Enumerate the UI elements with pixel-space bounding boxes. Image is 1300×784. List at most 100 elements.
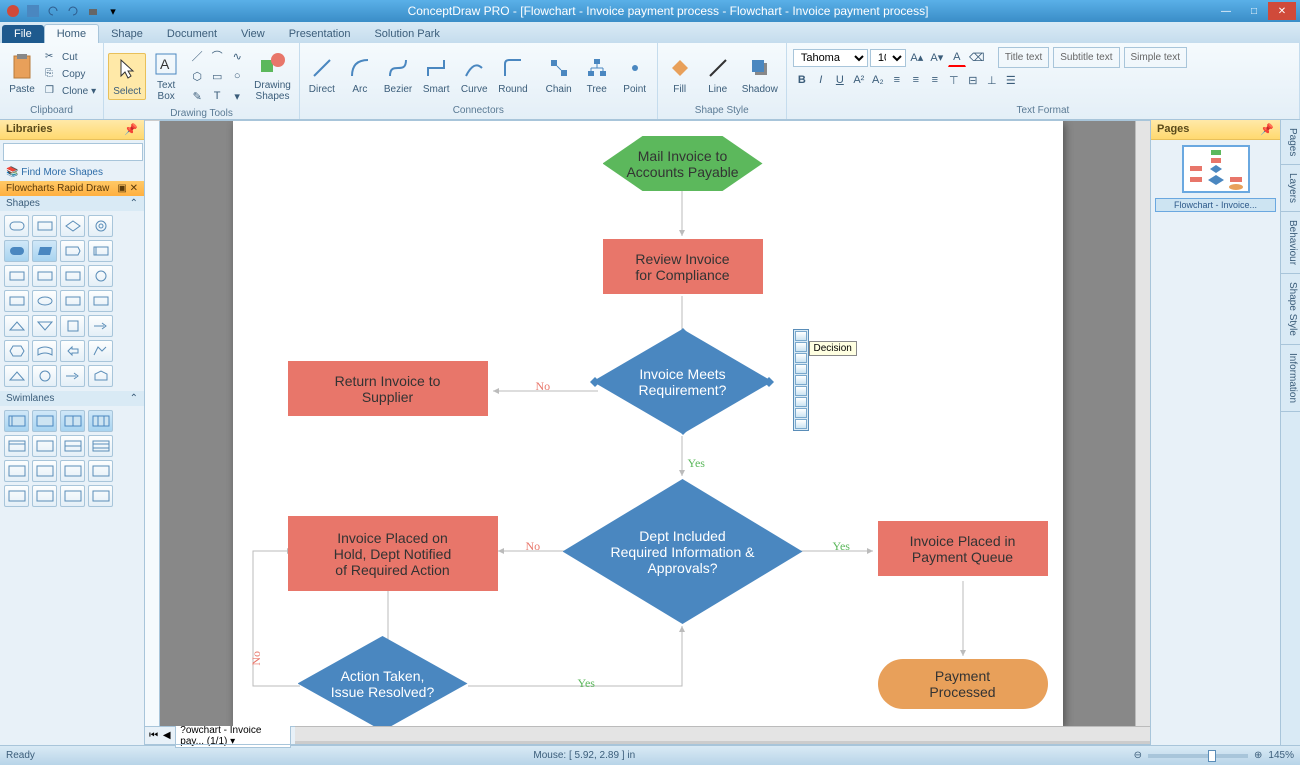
collapse-icon[interactable]: ⌃ <box>130 198 138 209</box>
draw-poly-icon[interactable]: ⬡ <box>188 67 206 85</box>
library-search-input[interactable] <box>3 143 143 161</box>
connector-smart[interactable]: Smart <box>418 52 454 97</box>
shape-item[interactable] <box>60 265 85 287</box>
draw-more-icon[interactable]: ▾ <box>228 87 246 105</box>
connector-bezier[interactable]: Bezier <box>380 52 416 97</box>
clear-format-icon[interactable]: ⌫ <box>968 49 986 67</box>
superscript-button[interactable]: A² <box>850 71 868 89</box>
swimlane-item[interactable] <box>4 460 29 482</box>
shape-item[interactable] <box>60 240 85 262</box>
paste-button[interactable]: Paste <box>4 52 40 97</box>
page-thumbnail[interactable] <box>1182 145 1250 193</box>
line-button[interactable]: Line <box>700 52 736 97</box>
tab-nav-first[interactable]: ⏮ <box>149 730 158 742</box>
tab-nav-prev[interactable]: ◀ <box>162 730 171 742</box>
find-more-shapes-link[interactable]: 📚 Find More Shapes <box>0 164 144 181</box>
tab-shape[interactable]: Shape <box>99 25 155 43</box>
shape-item[interactable] <box>32 215 57 237</box>
swimlane-item[interactable] <box>4 485 29 507</box>
minimize-button[interactable]: — <box>1212 2 1240 20</box>
mini-tool[interactable] <box>795 375 807 385</box>
align-bottom-button[interactable]: ⊥ <box>983 71 1001 89</box>
connector-arc[interactable]: Arc <box>342 52 378 97</box>
swimlane-item[interactable] <box>60 410 85 432</box>
shape-item[interactable] <box>32 265 57 287</box>
draw-line-icon[interactable]: ／ <box>188 47 206 65</box>
scrollbar-vertical[interactable] <box>1135 121 1150 726</box>
shape-item[interactable] <box>32 240 57 262</box>
grow-font-icon[interactable]: A▴ <box>908 49 926 67</box>
node-action[interactable]: Action Taken, Issue Resolved? <box>298 636 468 726</box>
style-simple[interactable]: Simple text <box>1124 47 1187 68</box>
qat-more-icon[interactable]: ▾ <box>104 2 122 20</box>
align-top-button[interactable]: ⊤ <box>945 71 963 89</box>
zoom-out-icon[interactable]: ⊖ <box>1134 750 1142 761</box>
mini-tool[interactable] <box>795 386 807 396</box>
swimlane-item[interactable] <box>88 485 113 507</box>
fill-button[interactable]: Fill <box>662 52 698 97</box>
underline-button[interactable]: U <box>831 71 849 89</box>
vtab-information[interactable]: Information <box>1281 345 1300 412</box>
select-button[interactable]: Select <box>108 53 146 100</box>
shape-item[interactable] <box>60 215 85 237</box>
shape-item[interactable] <box>4 365 29 387</box>
vtab-layers[interactable]: Layers <box>1281 165 1300 212</box>
vtab-shapestyle[interactable]: Shape Style <box>1281 274 1300 345</box>
connector-direct[interactable]: Direct <box>304 52 340 97</box>
collapse-icon[interactable]: ⌃ <box>130 393 138 404</box>
align-center-button[interactable]: ≡ <box>907 71 925 89</box>
mini-tool[interactable] <box>795 419 807 429</box>
draw-arc-icon[interactable]: ⌒ <box>208 47 226 65</box>
shape-item[interactable] <box>4 240 29 262</box>
shape-item[interactable] <box>60 290 85 312</box>
shape-item[interactable] <box>88 315 113 337</box>
shape-item[interactable] <box>4 315 29 337</box>
shape-item[interactable] <box>32 290 57 312</box>
node-review[interactable]: Review Invoice for Compliance <box>603 239 763 294</box>
list-button[interactable]: ☰ <box>1002 71 1020 89</box>
panel-pin-icon[interactable]: 📌 <box>124 123 138 136</box>
shape-item[interactable] <box>88 215 113 237</box>
shape-item[interactable] <box>32 365 57 387</box>
shape-item[interactable] <box>60 315 85 337</box>
scrollbar-horizontal[interactable] <box>295 726 1150 741</box>
qat-redo-icon[interactable] <box>64 2 82 20</box>
mini-tool[interactable] <box>795 408 807 418</box>
mini-tool[interactable] <box>795 331 807 341</box>
draw-curve-icon[interactable]: ∿ <box>228 47 246 65</box>
swimlane-item[interactable] <box>60 460 85 482</box>
swimlane-item[interactable] <box>88 410 113 432</box>
qat-undo-icon[interactable] <box>44 2 62 20</box>
node-start[interactable]: Mail Invoice to Accounts Payable <box>603 136 763 191</box>
connector-round[interactable]: Round <box>494 52 531 97</box>
tab-solution-park[interactable]: Solution Park <box>362 25 451 43</box>
shape-item[interactable] <box>4 215 29 237</box>
shape-item[interactable] <box>88 240 113 262</box>
mini-tool[interactable] <box>795 364 807 374</box>
connector-chain[interactable]: Chain <box>541 52 577 97</box>
shape-item[interactable] <box>60 340 85 362</box>
cut-button[interactable]: ✂Cut <box>42 50 99 66</box>
swimlane-item[interactable] <box>32 410 57 432</box>
swimlane-item[interactable] <box>60 435 85 457</box>
textbox-button[interactable]: A Text Box <box>148 48 184 104</box>
align-middle-button[interactable]: ⊟ <box>964 71 982 89</box>
node-processed[interactable]: Payment Processed <box>878 659 1048 709</box>
drawing-page[interactable]: Mail Invoice to Accounts Payable Review … <box>233 121 1063 726</box>
shape-item[interactable] <box>88 265 113 287</box>
tab-home[interactable]: Home <box>44 24 99 43</box>
tab-view[interactable]: View <box>229 25 277 43</box>
bold-button[interactable]: B <box>793 71 811 89</box>
swimlane-item[interactable] <box>88 435 113 457</box>
tab-file[interactable]: File <box>2 25 44 43</box>
vtab-pages[interactable]: Pages <box>1281 120 1300 165</box>
style-subtitle[interactable]: Subtitle text <box>1053 47 1119 68</box>
qat-save-icon[interactable] <box>24 2 42 20</box>
shape-item[interactable] <box>4 340 29 362</box>
canvas[interactable]: Mail Invoice to Accounts Payable Review … <box>160 121 1135 726</box>
swimlane-item[interactable] <box>4 410 29 432</box>
section-controls[interactable]: ▣ ✕ <box>117 183 138 194</box>
node-return[interactable]: Return Invoice to Supplier <box>288 361 488 416</box>
connector-curve[interactable]: Curve <box>456 52 492 97</box>
shape-item[interactable] <box>88 340 113 362</box>
